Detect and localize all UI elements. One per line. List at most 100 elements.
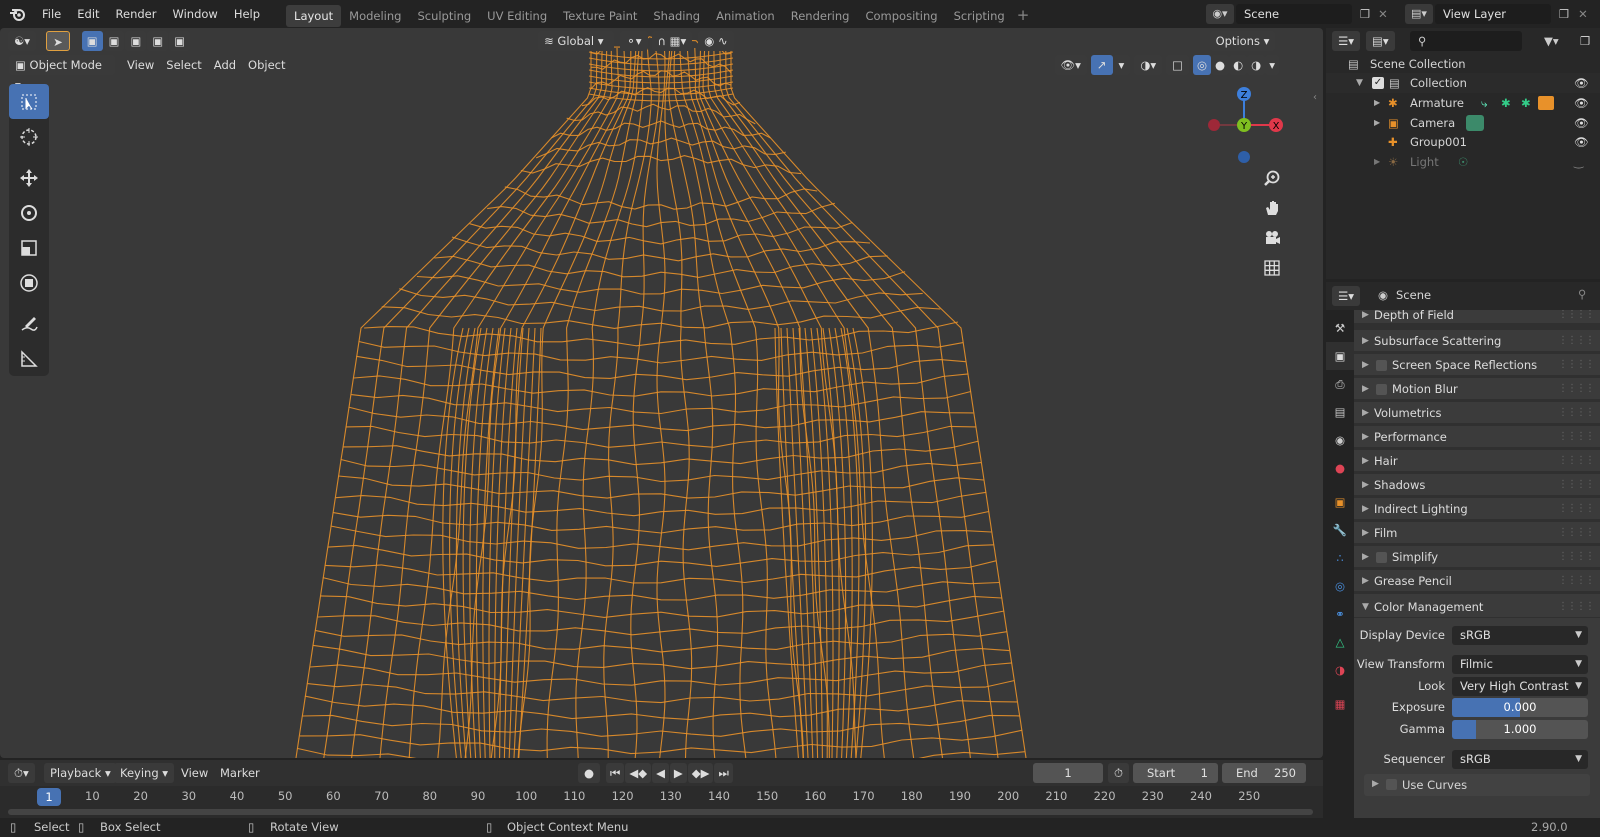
visibility-icon[interactable]: 👁▾ xyxy=(1054,55,1087,75)
filter-icon[interactable]: ▼▾ xyxy=(1544,31,1559,51)
record-icon[interactable]: ● xyxy=(578,763,601,783)
tool-tab-icon[interactable]: ⚒ xyxy=(1326,314,1354,342)
drag-grip-icon[interactable]: ⋮⋮⋮⋮ xyxy=(1558,546,1595,568)
drag-grip-icon[interactable]: ⋮⋮⋮⋮ xyxy=(1558,378,1595,400)
tab-compositing[interactable]: Compositing xyxy=(857,5,945,27)
view-layer-selector-icon[interactable]: ▤▾ xyxy=(1405,4,1433,24)
tab-texture-paint[interactable]: Texture Paint xyxy=(555,5,645,27)
grid-view-icon[interactable] xyxy=(1258,254,1286,282)
modifier-tab-icon[interactable]: 🔧 xyxy=(1326,516,1354,544)
delete-scene-icon[interactable]: ✕ xyxy=(1376,4,1390,24)
playhead[interactable]: 1 xyxy=(37,788,61,806)
next-keyframe-icon[interactable]: ◆▶ xyxy=(687,763,714,783)
panel-volumetrics[interactable]: ▶ Volumetrics ⋮⋮⋮⋮ xyxy=(1354,402,1600,424)
scene-name-field[interactable]: Scene xyxy=(1236,4,1352,24)
measure-tool-icon[interactable] xyxy=(9,341,49,376)
menu-edit[interactable]: Edit xyxy=(69,0,107,28)
timeline-editor-type-icon[interactable]: ⏱▾ xyxy=(8,763,35,783)
gizmo-neg-z-axis[interactable] xyxy=(1238,151,1250,163)
tab-layout[interactable]: Layout xyxy=(286,4,342,27)
particles-tab-icon[interactable]: ∴ xyxy=(1326,544,1354,572)
panel-simplify[interactable]: ▶ Simplify ⋮⋮⋮⋮ xyxy=(1354,546,1600,568)
select-extend-icon[interactable]: ▣ xyxy=(103,31,125,51)
panel-enable-checkbox[interactable] xyxy=(1376,360,1387,371)
select-invert-icon[interactable]: ▣ xyxy=(147,31,169,51)
blender-logo-icon[interactable] xyxy=(0,0,34,28)
gizmo-toggle-icon[interactable]: ↗ xyxy=(1090,55,1113,75)
panel-enable-checkbox[interactable] xyxy=(1376,552,1387,563)
options-dropdown[interactable]: Options ▾ xyxy=(1209,31,1276,51)
drag-grip-icon[interactable]: ⋮⋮⋮⋮ xyxy=(1558,354,1595,376)
3d-viewport[interactable]: ☯▾ ➤ ▣ ▣ ▣ ▣ ▣ ≋ Global ▾ ⚬▾ ∩ ▦▾ ◉ ∿ Op… xyxy=(0,28,1323,758)
look-dropdown[interactable]: Very High Contrast ▼ xyxy=(1452,677,1588,696)
panel-indirect-lighting[interactable]: ▶ Indirect Lighting ⋮⋮⋮⋮ xyxy=(1354,498,1600,520)
outliner-editor-type-icon[interactable]: ☰▾ xyxy=(1332,31,1361,51)
select-intersect-icon[interactable]: ▣ xyxy=(169,31,191,51)
select-tool-icon[interactable]: ➤ xyxy=(46,31,70,51)
editor-type-icon[interactable]: ☯▾ xyxy=(8,31,37,51)
panel-motion-blur[interactable]: ▶ Motion Blur ⋮⋮⋮⋮ xyxy=(1354,378,1600,400)
drag-grip-icon[interactable]: ⋮⋮⋮⋮ xyxy=(1558,570,1595,592)
select-subtract-icon[interactable]: ▣ xyxy=(125,31,147,51)
drag-grip-icon[interactable]: ⋮⋮⋮⋮ xyxy=(1558,522,1595,544)
wireframe-shading-icon[interactable]: ◎ xyxy=(1193,55,1212,75)
collection-checkbox[interactable]: ✓ xyxy=(1372,77,1384,89)
panel-subsurface-scattering[interactable]: ▶ Subsurface Scattering ⋮⋮⋮⋮ xyxy=(1354,330,1600,352)
drag-grip-icon[interactable]: ⋮⋮⋮⋮ xyxy=(1558,474,1595,496)
material-shading-icon[interactable]: ◐ xyxy=(1229,55,1248,75)
data-tab-icon[interactable]: △ xyxy=(1326,628,1354,656)
menu-render[interactable]: Render xyxy=(108,0,165,28)
jump-start-icon[interactable]: ⏮ xyxy=(606,763,625,783)
world-tab-icon[interactable]: ● xyxy=(1326,454,1354,482)
jump-end-icon[interactable]: ⏭ xyxy=(714,763,733,783)
panel-depth-of-field[interactable]: ▶ Depth of Field ⋮⋮⋮⋮ xyxy=(1354,310,1600,324)
view-transform-dropdown[interactable]: Filmic ▼ xyxy=(1452,655,1588,674)
collection-row[interactable]: ▼ ✓ ▤ Collection 👁 xyxy=(1326,73,1600,93)
expand-arrow-icon[interactable]: ▶ xyxy=(1374,93,1380,113)
play-icon[interactable]: ▶ xyxy=(669,763,687,783)
outliner-item-light[interactable]: ▶ ☀ Light ☉ ‿ xyxy=(1326,152,1600,172)
tab-scripting[interactable]: Scripting xyxy=(946,5,1013,27)
zoom-icon[interactable] xyxy=(1258,164,1286,192)
panel-color-management[interactable]: ▼ Color Management ⋮⋮⋮⋮ xyxy=(1354,596,1600,618)
frame-ruler[interactable]: 1 10 20 30 40 50 60 70 80 90 100 110 120 130 140 150 160… xyxy=(0,786,1323,808)
marker-menu[interactable]: Marker xyxy=(214,763,266,783)
physics-tab-icon[interactable]: ◎ xyxy=(1326,572,1354,600)
preview-range-icon[interactable]: ⏱ xyxy=(1108,763,1129,783)
move-tool-icon[interactable] xyxy=(9,160,49,195)
display-mode-icon[interactable]: ▤▾ xyxy=(1366,31,1395,51)
drag-grip-icon[interactable]: ⋮⋮⋮⋮ xyxy=(1558,596,1595,618)
drag-grip-icon[interactable]: ⋮⋮⋮⋮ xyxy=(1558,402,1595,424)
tab-modeling[interactable]: Modeling xyxy=(341,5,409,27)
texture-tab-icon[interactable]: ▦ xyxy=(1326,690,1354,718)
use-curves-checkbox[interactable] xyxy=(1386,779,1397,790)
gizmo-dropdown-icon[interactable]: ▾ xyxy=(1112,55,1131,75)
output-tab-icon[interactable]: ⎙ xyxy=(1326,370,1354,398)
tab-rendering[interactable]: Rendering xyxy=(783,5,858,27)
viewport-menu-object[interactable]: Object xyxy=(242,55,291,75)
tab-shading[interactable]: Shading xyxy=(645,5,708,27)
view-layer-tab-icon[interactable]: ▤ xyxy=(1326,398,1354,426)
play-reverse-icon[interactable]: ◀ xyxy=(652,763,669,783)
new-scene-icon[interactable]: ❐ xyxy=(1356,4,1374,24)
display-device-dropdown[interactable]: sRGB ▼ xyxy=(1452,626,1588,645)
use-curves-subpanel[interactable]: ▶ Use Curves xyxy=(1364,774,1590,796)
panel-film[interactable]: ▶ Film ⋮⋮⋮⋮ xyxy=(1354,522,1600,544)
panel-hair[interactable]: ▶ Hair ⋮⋮⋮⋮ xyxy=(1354,450,1600,472)
playback-menu[interactable]: Playback ▾ xyxy=(44,763,117,783)
sidebar-toggle-icon[interactable]: ‹ xyxy=(1313,92,1317,103)
collapse-arrow-icon[interactable]: ▼ xyxy=(1356,73,1363,93)
prev-keyframe-icon[interactable]: ◀◆ xyxy=(625,763,652,783)
start-frame-field[interactable]: Start 1 xyxy=(1133,763,1218,783)
snap-icon[interactable]: ∩ ▦▾ xyxy=(651,31,693,51)
proportional-edit-icon[interactable]: ◉ ∿ xyxy=(698,31,734,51)
drag-grip-icon[interactable]: ⋮⋮⋮⋮ xyxy=(1558,450,1595,472)
solid-shading-icon[interactable]: ● xyxy=(1211,55,1230,75)
overlay-icon[interactable]: ◑▾ xyxy=(1134,55,1163,75)
constraints-tab-icon[interactable]: ⚭ xyxy=(1326,600,1354,628)
outliner-item-group001[interactable]: ✚ Group001 👁 xyxy=(1326,132,1600,152)
outliner-search-input[interactable]: ⚲ xyxy=(1410,31,1522,51)
pin-icon[interactable]: ⚲ xyxy=(1578,287,1586,301)
exposure-slider[interactable]: 0.000 xyxy=(1452,698,1588,717)
panel-grease-pencil[interactable]: ▶ Grease Pencil ⋮⋮⋮⋮ xyxy=(1354,570,1600,592)
